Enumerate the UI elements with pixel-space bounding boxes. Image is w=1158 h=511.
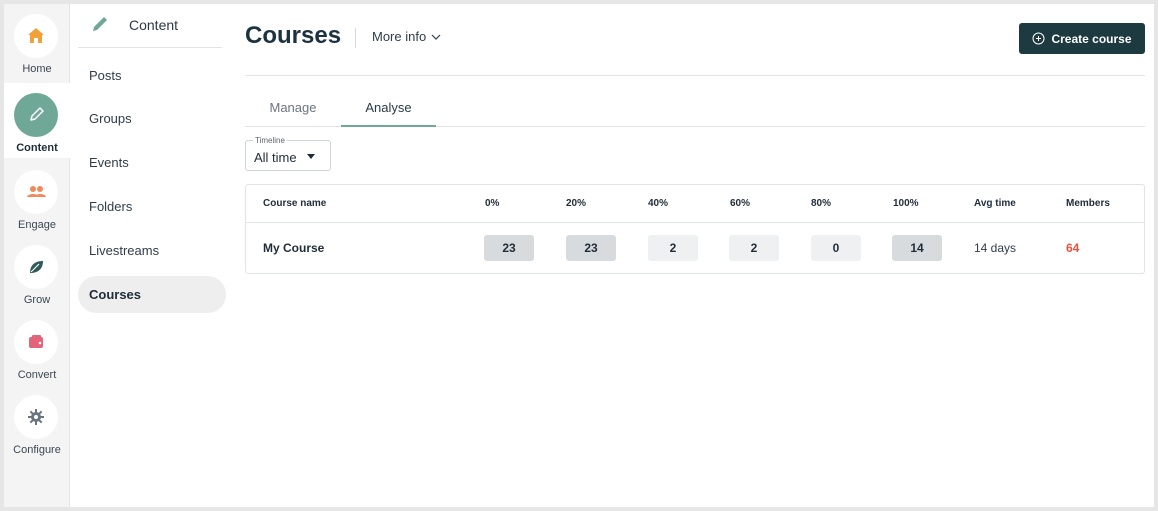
gear-icon [14,395,58,439]
home-icon [14,14,58,58]
progress-60-cell: 2 [729,235,779,261]
rail-item-convert[interactable]: Convert [4,310,70,385]
more-info-label: More info [372,29,427,44]
create-course-label: Create course [1051,31,1132,46]
column-header-40: 40% [648,198,669,209]
rail-item-configure[interactable]: Configure [4,385,70,460]
column-header-0: 0% [485,198,500,209]
timeline-label: Timeline [253,136,287,145]
rail-item-home[interactable]: Home [4,4,70,79]
plus-circle-icon [1032,32,1045,45]
caret-down-icon [307,154,315,159]
column-header-100: 100% [893,198,919,209]
header-divider [245,75,1145,76]
table-header: Course name 0% 20% 40% 60% 80% 100% Avg … [246,185,1144,223]
main-content: Courses More info Create course Manage A… [245,4,1145,507]
progress-0-cell: 23 [484,235,534,261]
tab-analyse[interactable]: Analyse [341,96,436,127]
leaf-icon [14,245,58,289]
rail-label-home: Home [22,63,52,75]
subnav-item-courses[interactable]: Courses [78,276,226,313]
rail-item-engage[interactable]: Engage [4,160,70,235]
title-divider [355,28,356,48]
subnav-item-groups[interactable]: Groups [78,100,226,137]
progress-40-cell: 2 [648,235,698,261]
rail-item-content[interactable]: Content [4,83,70,158]
content-subnav: Content Posts Groups Events Folders Live… [70,4,230,507]
column-header-60: 60% [730,198,751,209]
chevron-down-icon [431,34,441,40]
wallet-icon [14,320,58,364]
tab-bar: Manage Analyse [245,96,1145,127]
timeline-select[interactable]: Timeline All time [245,136,331,171]
column-header-20: 20% [566,198,587,209]
app-window: Home Content Engage Grow Convert Configu… [4,4,1154,507]
rail-item-grow[interactable]: Grow [4,235,70,310]
subnav-item-folders[interactable]: Folders [78,188,226,225]
create-course-button[interactable]: Create course [1019,23,1145,54]
avg-time-cell: 14 days [974,241,1017,255]
rail-label-engage: Engage [18,219,56,231]
page-title: Courses [245,22,342,49]
subnav-item-livestreams[interactable]: Livestreams [78,232,226,269]
column-header-members: Members [1066,198,1110,209]
subnav-header: Content [78,4,222,48]
progress-80-cell: 0 [811,235,861,261]
column-header-80: 80% [811,198,832,209]
subnav-item-posts[interactable]: Posts [78,57,226,94]
tab-manage[interactable]: Manage [245,96,341,127]
people-icon [14,170,58,214]
members-cell[interactable]: 64 [1066,241,1079,255]
column-header-avg-time: Avg time [974,198,1016,209]
timeline-value: All time [254,150,297,165]
rail-label-convert: Convert [17,369,57,381]
table-row[interactable]: My Course 23 23 2 2 0 14 14 days 64 [246,223,1144,273]
rail-label-configure: Configure [13,444,61,456]
subnav-title: Content [129,17,179,33]
primary-rail: Home Content Engage Grow Convert Configu… [4,4,70,507]
column-header-course-name: Course name [263,198,327,209]
progress-100-cell: 14 [892,235,942,261]
subnav-item-events[interactable]: Events [78,144,226,181]
more-info-dropdown[interactable]: More info [372,29,442,44]
pencil-icon [90,14,110,39]
pencil-icon [14,93,58,137]
course-name-cell[interactable]: My Course [263,241,324,255]
rail-label-grow: Grow [23,294,51,306]
rail-label-content: Content [16,142,58,154]
progress-20-cell: 23 [566,235,616,261]
course-analytics-table: Course name 0% 20% 40% 60% 80% 100% Avg … [245,184,1145,274]
